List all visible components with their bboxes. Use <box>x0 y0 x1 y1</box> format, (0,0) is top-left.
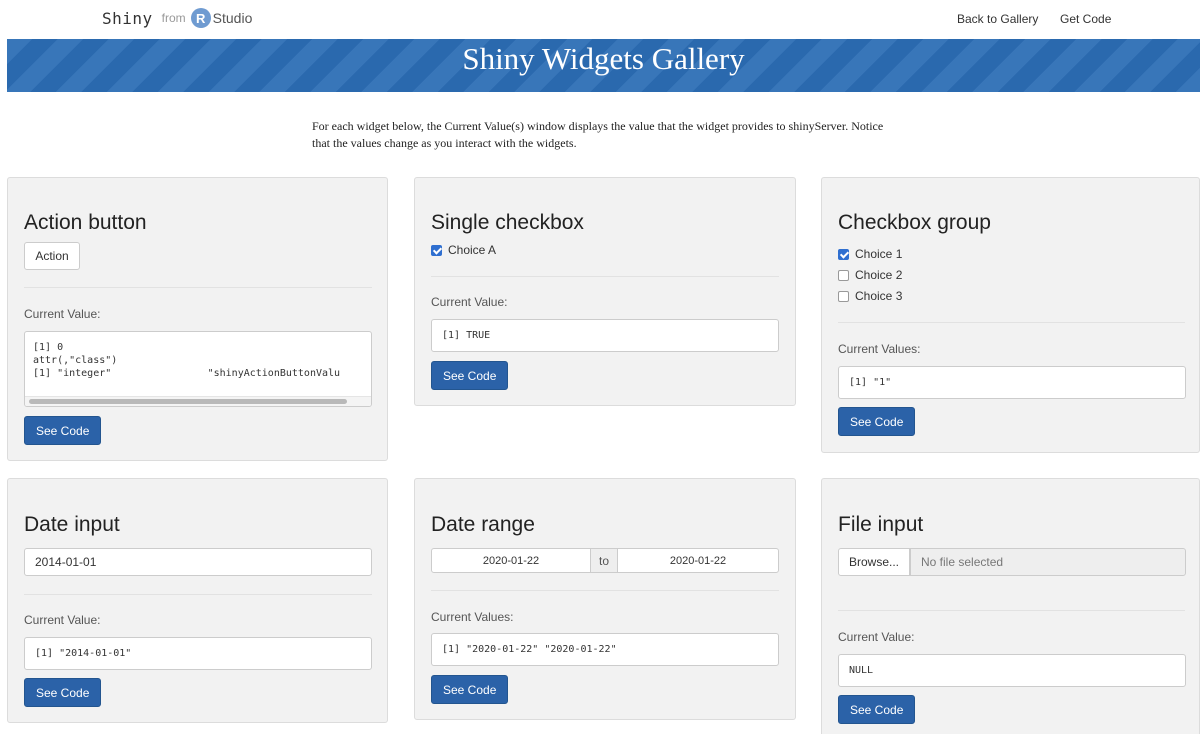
panel-title: Single checkbox <box>431 211 584 234</box>
current-value-output: [1] TRUE <box>431 319 779 352</box>
see-code-button[interactable]: See Code <box>838 695 916 724</box>
see-code-button[interactable]: See Code <box>431 361 509 390</box>
current-value-label: Current Value: <box>24 307 101 321</box>
checkbox-label: Choice 2 <box>855 268 903 282</box>
divider <box>431 276 779 277</box>
current-value-label: Current Value: <box>838 630 915 644</box>
current-values-label: Current Values: <box>431 610 514 624</box>
current-value-output: [1] "1" <box>838 366 1186 399</box>
checkbox-checked-icon[interactable] <box>838 248 849 260</box>
shiny-rstudio-logo[interactable]: Shiny from R Studio <box>102 8 252 28</box>
current-values-label: Current Values: <box>838 342 921 356</box>
current-value-label: Current Value: <box>431 295 508 309</box>
checkbox-label: Choice A <box>448 243 497 257</box>
page-title: Shiny Widgets Gallery <box>462 41 745 76</box>
choice-a-checkbox[interactable]: Choice A <box>431 243 496 257</box>
intro-text: For each widget below, the Current Value… <box>312 119 884 150</box>
date-range-panel: Date range 2020-01-22 to 2020-01-22 Curr… <box>414 478 796 720</box>
current-value-output: [1] "2020-01-22" "2020-01-22" <box>431 633 779 666</box>
divider <box>24 287 372 288</box>
current-value-output: NULL <box>838 654 1186 687</box>
brand-from-text: from <box>161 11 186 25</box>
divider <box>24 594 372 595</box>
browse-button[interactable]: Browse... <box>838 548 910 576</box>
panel-title: Date range <box>431 513 535 536</box>
top-navbar: Shiny from R Studio Back to Gallery Get … <box>0 0 1200 39</box>
checkbox-unchecked-icon[interactable] <box>838 290 849 302</box>
back-to-gallery-link[interactable]: Back to Gallery <box>957 12 1038 26</box>
date-range-start-field[interactable]: 2020-01-22 <box>431 548 591 573</box>
see-code-button[interactable]: See Code <box>24 678 102 707</box>
see-code-button[interactable]: See Code <box>838 407 916 436</box>
action-button[interactable]: Action <box>24 242 80 270</box>
checkbox-label: Choice 3 <box>855 289 903 303</box>
see-code-button[interactable]: See Code <box>24 416 102 445</box>
brand-shiny-text: Shiny <box>102 8 153 28</box>
date-input-field[interactable]: 2014-01-01 <box>24 548 372 576</box>
checkbox-label: Choice 1 <box>855 247 903 261</box>
checkbox-group-panel: Checkbox group Choice 1 Choice 2 Choice … <box>821 177 1200 453</box>
action-button-panel: Action button Action Current Value: [1] … <box>7 177 388 461</box>
divider <box>838 610 1185 611</box>
divider <box>838 322 1185 323</box>
choice-2-checkbox[interactable]: Choice 2 <box>838 268 902 282</box>
output-text: [1] 0 attr(,"class") [1] "integer" "shin… <box>33 342 341 379</box>
date-range-separator: to <box>591 548 617 573</box>
divider <box>431 590 779 591</box>
file-input-panel: File input Browse... No file selected Cu… <box>821 478 1200 734</box>
single-checkbox-panel: Single checkbox Choice A Current Value: … <box>414 177 796 406</box>
gallery-banner: Shiny Widgets Gallery <box>7 39 1200 92</box>
see-code-button[interactable]: See Code <box>431 675 509 704</box>
choice-1-checkbox[interactable]: Choice 1 <box>838 247 902 261</box>
date-input-panel: Date input 2014-01-01 Current Value: [1]… <box>7 478 388 723</box>
scrollbar-thumb[interactable] <box>29 399 347 404</box>
current-value-output: [1] "2014-01-01" <box>24 637 372 670</box>
brand-studio-text: Studio <box>212 10 253 26</box>
panel-title: File input <box>838 513 924 536</box>
file-name-field[interactable]: No file selected <box>910 548 1186 576</box>
current-value-output: [1] 0 attr(,"class") [1] "integer" "shin… <box>24 331 372 407</box>
get-code-link[interactable]: Get Code <box>1060 12 1111 26</box>
panel-title: Action button <box>24 211 147 234</box>
panel-title: Date input <box>24 513 120 536</box>
rstudio-r-icon: R <box>190 8 211 28</box>
date-range-end-field[interactable]: 2020-01-22 <box>617 548 779 573</box>
choice-3-checkbox[interactable]: Choice 3 <box>838 289 902 303</box>
checkbox-checked-icon[interactable] <box>431 244 442 256</box>
checkbox-unchecked-icon[interactable] <box>838 269 849 281</box>
panel-title: Checkbox group <box>838 211 991 234</box>
current-value-label: Current Value: <box>24 613 101 627</box>
horizontal-scrollbar[interactable] <box>25 396 371 406</box>
